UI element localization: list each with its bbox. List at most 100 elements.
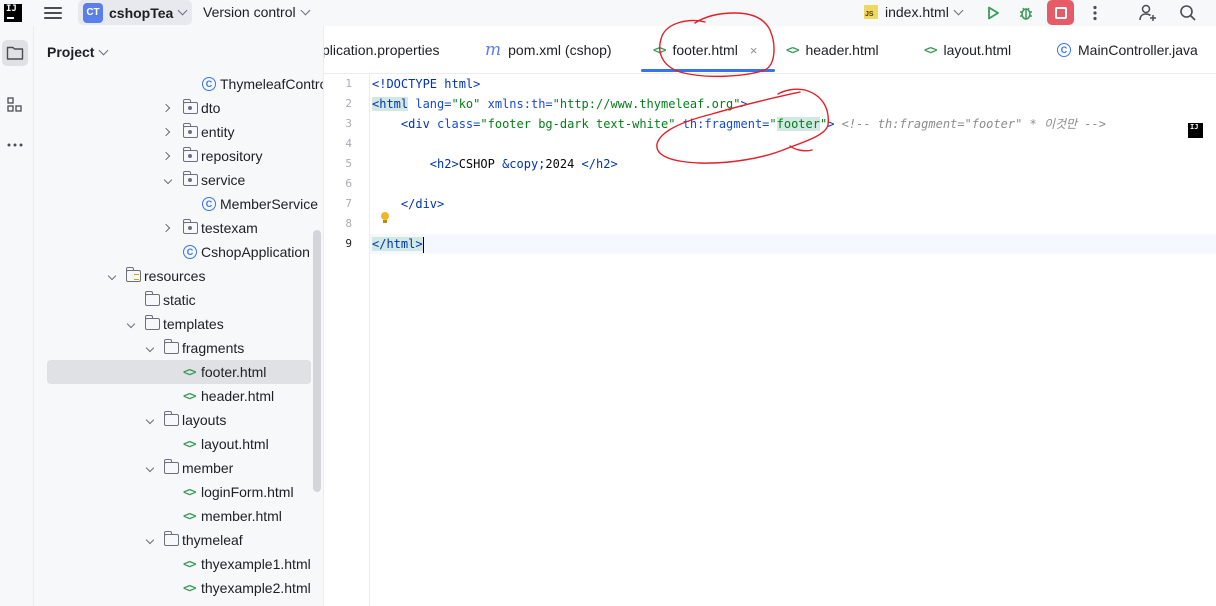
tree-item-html[interactable]: <> member.html	[47, 504, 311, 528]
tab-label: pom.xml (cshop)	[508, 42, 612, 58]
maven-icon: m	[485, 40, 502, 60]
chevron-down-icon	[300, 5, 311, 15]
tree-item-folder[interactable]: templates	[47, 312, 311, 336]
project-switcher[interactable]: CT cshopTea	[78, 0, 192, 25]
resources-folder-icon	[125, 267, 141, 282]
project-panel-title: Project	[47, 44, 95, 60]
chevron-right-icon	[161, 127, 171, 137]
tree-item-folder[interactable]: member	[47, 456, 311, 480]
main-menu-icon[interactable]	[44, 4, 62, 22]
html-file-icon: <>	[786, 43, 799, 57]
folder-icon	[144, 315, 160, 330]
logo-text: IJ	[6, 4, 17, 14]
run-icon[interactable]	[982, 2, 1004, 24]
tree-item-label: testexam	[201, 220, 258, 236]
tab-header-html[interactable]: <> header.html	[786, 26, 879, 73]
structure-tool-button[interactable]	[2, 92, 28, 118]
tree-item-label: entity	[201, 124, 235, 140]
tab-pom-xml[interactable]: m pom.xml (cshop)	[485, 26, 612, 73]
tree-item-label: resources	[144, 268, 206, 284]
project-scrollbar[interactable]	[313, 230, 321, 492]
tree-item-class[interactable]: C CshopApplication	[47, 240, 311, 264]
tree-item-label: CshopApplication	[201, 244, 310, 260]
chevron-right-icon	[161, 151, 171, 161]
tree-item-package[interactable]: repository	[47, 144, 311, 168]
package-icon	[182, 99, 198, 114]
tab-application-properties[interactable]: plication.properties	[324, 26, 440, 73]
run-configuration-selector[interactable]: JS index.html	[864, 4, 964, 20]
html-file-icon: <>	[183, 581, 196, 595]
tree-item-html[interactable]: <> thyexample1.html	[47, 552, 311, 576]
class-icon: C	[202, 77, 216, 91]
tree-item-folder[interactable]: static	[47, 288, 311, 312]
code-line-7: </div>	[400, 197, 445, 211]
package-icon	[182, 123, 198, 138]
tree-item-label: loginForm.html	[201, 484, 294, 500]
search-icon[interactable]	[1177, 2, 1199, 24]
tree-item-html[interactable]: <> loginForm.html	[47, 480, 311, 504]
project-panel-header[interactable]: Project	[47, 44, 109, 60]
tab-main-controller-java[interactable]: C MainController.java	[1057, 26, 1198, 73]
line-number: 1	[345, 77, 352, 90]
line-number-gutter: 1 2 3 4 5 6 7 8 9	[324, 74, 370, 606]
tree-item-class[interactable]: C MemberService	[47, 192, 318, 216]
folder-icon	[163, 459, 179, 474]
tree-item-label: layouts	[182, 412, 227, 428]
project-tool-button[interactable]	[2, 40, 28, 66]
tab-label: footer.html	[672, 42, 738, 58]
tree-item-package[interactable]: entity	[47, 120, 311, 144]
tree-item-label: header.html	[201, 388, 275, 404]
tab-footer-html[interactable]: <> footer.html ×	[653, 26, 758, 73]
tree-item-html[interactable]: <> layout.html	[47, 432, 311, 456]
tree-item-package[interactable]: dto	[47, 96, 311, 120]
stop-button[interactable]	[1047, 0, 1074, 25]
folder-icon	[144, 291, 160, 306]
active-tab-indicator	[641, 69, 775, 72]
more-actions-icon[interactable]	[1084, 2, 1106, 24]
package-icon	[182, 171, 198, 186]
tree-item-package[interactable]: testexam	[47, 216, 311, 240]
tree-item-folder[interactable]: thymeleaf	[47, 528, 311, 552]
line-number-current: 9	[345, 237, 352, 250]
html-file-icon: <>	[183, 437, 196, 451]
current-line-highlight	[370, 234, 1216, 254]
line-number: 2	[345, 97, 352, 110]
tree-item-class[interactable]: C ThymeleafContro	[47, 72, 323, 96]
version-control-menu[interactable]: Version control	[203, 4, 311, 20]
chevron-down-icon	[126, 319, 136, 329]
tree-item-html[interactable]: <> header.html	[47, 384, 311, 408]
html-file-icon: <>	[183, 509, 196, 523]
more-tools-button[interactable]	[2, 132, 28, 158]
tree-item-resources[interactable]: resources	[47, 264, 311, 288]
chevron-down-icon	[163, 175, 173, 185]
tab-layout-html[interactable]: <> layout.html	[924, 26, 1011, 73]
version-control-label: Version control	[203, 4, 296, 20]
project-name: cshopTea	[109, 4, 174, 21]
project-badge: CT	[83, 2, 103, 23]
close-tab-icon[interactable]: ×	[750, 43, 758, 58]
line-number: 5	[345, 157, 352, 170]
chevron-down-icon	[99, 45, 109, 55]
html-file-icon: <>	[183, 485, 196, 499]
tree-item-label: thymeleaf	[182, 532, 243, 548]
ai-assistant-icon[interactable]: IJ	[1188, 123, 1203, 138]
tree-item-label: footer.html	[201, 364, 267, 380]
chevron-down-icon	[177, 5, 188, 16]
tree-item-folder[interactable]: fragments	[47, 336, 311, 360]
tree-item-html-selected[interactable]: <> footer.html	[47, 360, 311, 384]
tree-item-package[interactable]: service	[47, 168, 311, 192]
text-caret	[422, 236, 425, 253]
structure-icon	[7, 97, 22, 112]
intellij-logo-icon[interactable]: IJ	[4, 4, 22, 22]
folder-icon	[163, 531, 179, 546]
tab-label: MainController.java	[1078, 42, 1198, 58]
lightbulb-icon[interactable]	[380, 212, 390, 224]
tab-label: header.html	[805, 42, 879, 58]
code-line-9: </html>	[372, 236, 425, 253]
title-bar: IJ CT cshopTea Version control JS index.…	[0, 0, 1216, 26]
debug-icon[interactable]	[1015, 2, 1037, 24]
code-editor[interactable]: <!DOCTYPE html> <html lang="ko" xmlns:th…	[370, 74, 1216, 606]
add-user-icon[interactable]	[1137, 2, 1159, 24]
tree-item-folder[interactable]: layouts	[47, 408, 311, 432]
tree-item-html[interactable]: <> thyexample2.html	[47, 576, 311, 600]
